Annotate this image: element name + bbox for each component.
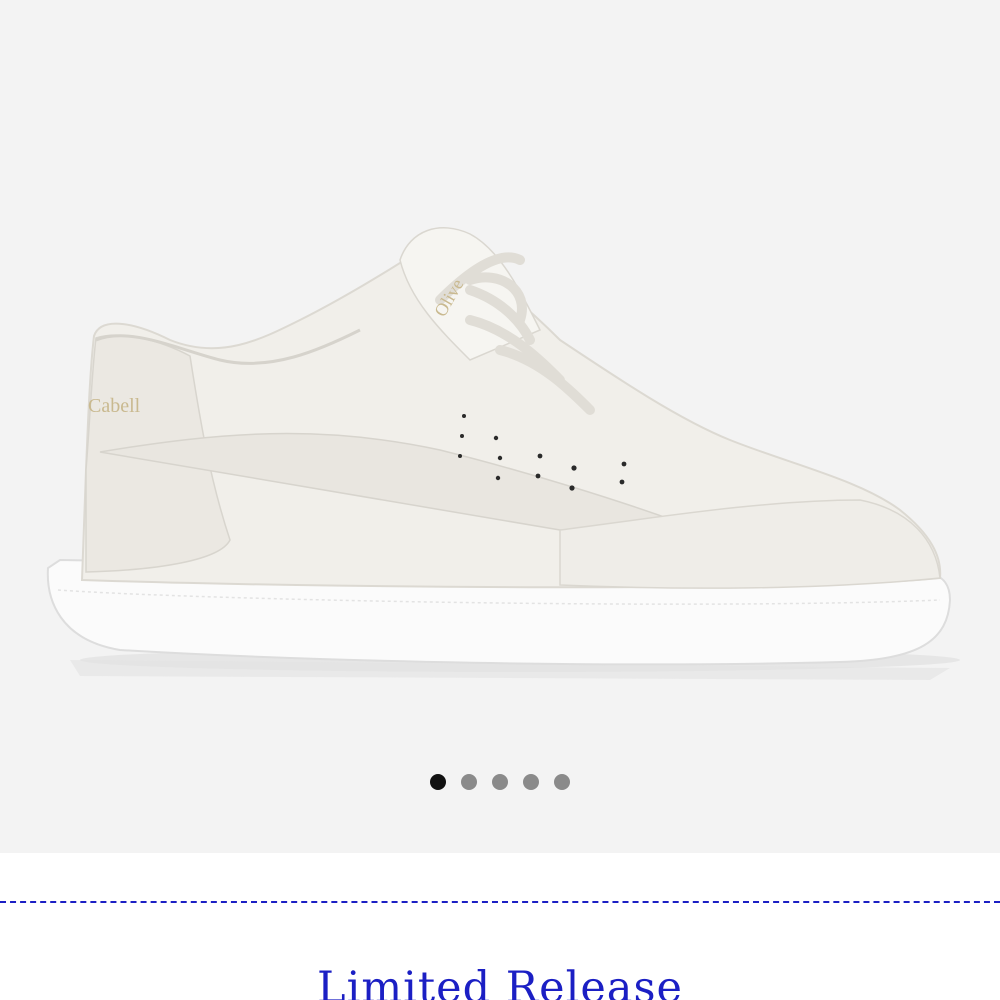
carousel-dots	[0, 773, 1000, 791]
carousel-dot-4[interactable]	[523, 774, 539, 790]
product-gallery[interactable]: Cabell Olive	[0, 0, 1000, 853]
carousel-dot-2[interactable]	[461, 774, 477, 790]
section-title: Limited Release	[317, 963, 683, 1000]
product-page: Cabell Olive Limited Release	[0, 0, 1000, 1000]
dashed-divider	[0, 901, 1000, 903]
carousel-dot-1[interactable]	[430, 774, 446, 790]
carousel-dot-3[interactable]	[492, 774, 508, 790]
carousel-dot-5[interactable]	[554, 774, 570, 790]
sneaker-image[interactable]: Cabell Olive	[0, 0, 1000, 853]
heel-brand-text: Cabell	[88, 395, 141, 417]
